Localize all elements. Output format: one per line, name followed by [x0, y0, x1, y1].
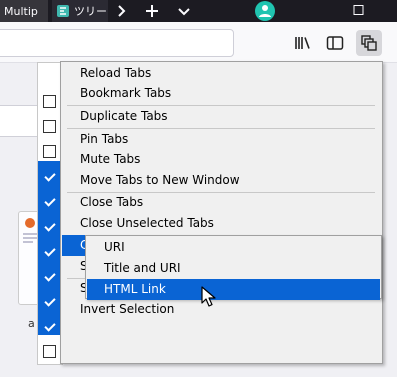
submenu-item-uri[interactable]: URI [87, 237, 380, 258]
tab-checkbox[interactable] [43, 245, 56, 258]
tab-strip: Multip ツリー [0, 0, 397, 22]
menu-item-bookmark-tabs[interactable]: Bookmark Tabs [62, 83, 381, 104]
chevron-down-icon [178, 8, 190, 16]
menu-item-mute-tabs[interactable]: Mute Tabs [62, 149, 381, 170]
tab-label: ツリー [74, 5, 107, 18]
tab-checkbox[interactable] [43, 295, 56, 308]
tab-tree-style-tab[interactable]: ツリー [52, 0, 108, 22]
tab-checkbox[interactable] [43, 195, 56, 208]
tab-checkbox[interactable] [43, 270, 56, 283]
tab-label: Multip [4, 4, 38, 18]
tab-multiple-tab-handler[interactable]: Multip [0, 0, 48, 22]
account-button[interactable] [254, 0, 276, 22]
menu-item-duplicate-tabs[interactable]: Duplicate Tabs [62, 106, 381, 127]
mouse-cursor-icon [201, 286, 216, 307]
tab-checkbox[interactable] [43, 145, 56, 158]
menu-item-close-tabs[interactable]: Close Tabs [62, 192, 381, 213]
tabs-context-menu: Reload Tabs Bookmark Tabs Duplicate Tabs… [60, 61, 383, 364]
window-restore-icon [353, 5, 364, 15]
tab-checkbox[interactable] [43, 95, 56, 108]
multiple-tabs-icon [361, 35, 377, 51]
copy-submenu: URI Title and URI HTML Link [85, 235, 382, 300]
list-all-tabs-button[interactable] [174, 0, 194, 22]
multiple-tab-handler-button[interactable] [356, 30, 382, 56]
menu-item-reload-tabs[interactable]: Reload Tabs [62, 63, 381, 84]
menu-item-close-unselected-tabs[interactable]: Close Unselected Tabs [62, 213, 381, 234]
scroll-tabs-right-button[interactable] [112, 0, 132, 22]
library-button[interactable] [290, 30, 316, 56]
tab-checkbox[interactable] [43, 320, 56, 333]
page-panel [0, 105, 41, 137]
sidebar-button[interactable] [322, 30, 348, 56]
tree-style-tab-icon [57, 5, 69, 17]
navigation-toolbar [0, 22, 397, 63]
tab-checkbox[interactable] [43, 170, 56, 183]
restore-window-button[interactable] [346, 0, 370, 22]
menu-item-pin-tabs[interactable]: Pin Tabs [62, 129, 381, 150]
plus-icon [146, 5, 158, 17]
new-tab-button[interactable] [140, 0, 164, 22]
submenu-item-title-and-uri[interactable]: Title and URI [87, 258, 380, 279]
url-bar[interactable] [0, 29, 234, 57]
library-icon [295, 37, 310, 49]
sidebar-icon [326, 36, 344, 50]
tab-checkbox[interactable] [43, 120, 56, 133]
chevron-right-icon [118, 5, 126, 17]
menu-item-move-tabs-to-new-window[interactable]: Move Tabs to New Window [62, 170, 381, 191]
menu-item-invert-selection[interactable]: Invert Selection [62, 299, 381, 320]
thumbnail-caption: a [28, 317, 35, 330]
tab-checkbox[interactable] [43, 345, 56, 358]
tab-checkbox[interactable] [43, 220, 56, 233]
account-avatar-icon [255, 1, 275, 21]
submenu-item-html-link[interactable]: HTML Link [87, 279, 380, 300]
